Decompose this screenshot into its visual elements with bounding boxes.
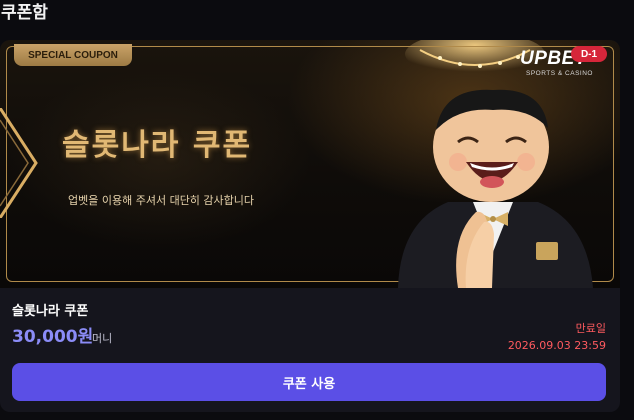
page-title: 쿠폰함	[1, 3, 48, 23]
dday-badge: D-1	[571, 46, 607, 62]
coupon-info: 슬롯나라 쿠폰 30,000원 머니 만료일 2026.09.03 23:59 …	[0, 288, 620, 412]
banner-subtitle: 업벳을 이용해 주셔서 대단히 감사합니다	[68, 194, 255, 207]
arrow-decoration	[0, 108, 38, 218]
coupon-banner: SPECIAL COUPON 슬롯나라 쿠폰 업벳을 이용해 주셔서 대단히 감…	[0, 40, 620, 288]
banner-headline: 슬롯나라 쿠폰	[62, 128, 253, 163]
coupon-unit: 머니	[92, 332, 113, 345]
coupon-amount: 30,000원	[12, 327, 94, 347]
use-coupon-button[interactable]: 쿠폰 사용	[12, 363, 606, 401]
expire-label: 만료일	[575, 322, 606, 335]
mascot-illustration	[398, 89, 593, 288]
special-coupon-tag: SPECIAL COUPON	[14, 44, 132, 66]
coupon-title: 슬롯나라 쿠폰	[12, 304, 89, 319]
coupon-card: SPECIAL COUPON 슬롯나라 쿠폰 업벳을 이용해 주셔서 대단히 감…	[0, 40, 620, 412]
expire-date: 2026.09.03 23:59	[507, 339, 606, 352]
brand-tagline: SPORTS & CASINO	[526, 70, 593, 77]
